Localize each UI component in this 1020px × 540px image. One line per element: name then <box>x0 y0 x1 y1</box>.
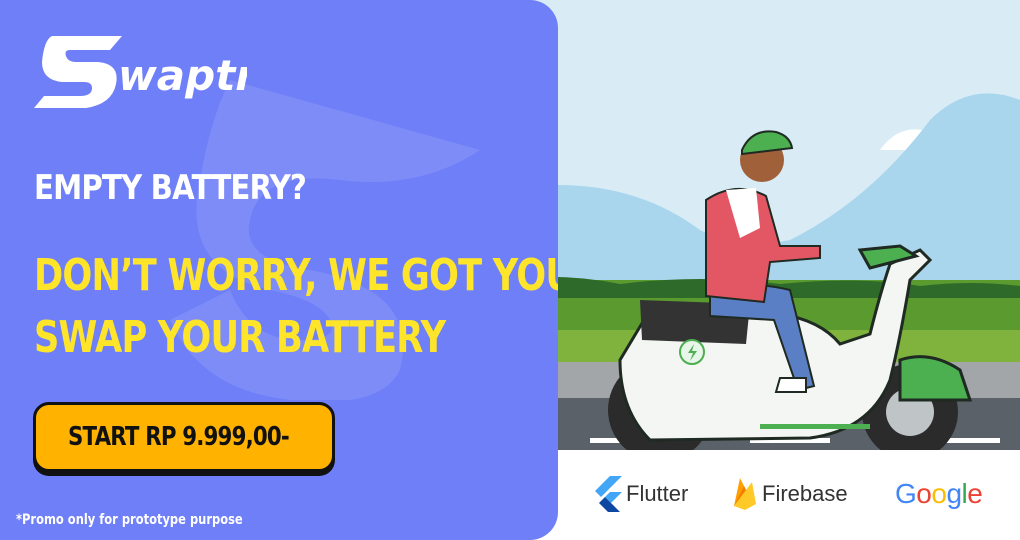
google-letter-g: G <box>895 478 917 509</box>
start-price-label: START RP 9.999,00- <box>68 422 290 452</box>
google-logo: G o o g l e <box>895 470 983 518</box>
svg-text:waptry: waptry <box>118 51 247 100</box>
google-letter-e: e <box>967 478 983 509</box>
swaptry-logo-icon: waptry <box>34 36 247 108</box>
promo-panel: waptry EMPTY BATTERY? DON’T WORRY, WE GO… <box>0 0 558 540</box>
flutter-logo-icon <box>595 476 622 512</box>
google-letter-o2: o <box>931 478 947 509</box>
google-letter-g2: g <box>946 478 962 509</box>
start-price-button[interactable]: START RP 9.999,00- <box>33 402 335 472</box>
firebase-logo-icon <box>734 478 756 510</box>
headline: EMPTY BATTERY? <box>34 168 307 208</box>
firebase-label: Firebase <box>762 481 848 506</box>
hero-illustration <box>500 0 1020 450</box>
tagline-primary: DON’T WORRY, WE GOT YOU! <box>34 250 558 301</box>
google-letter-o1: o <box>916 478 932 509</box>
flutter-label: Flutter <box>626 481 689 506</box>
promo-footnote: *Promo only for prototype purpose <box>16 512 243 528</box>
flutter-logo: Flutter <box>592 470 688 518</box>
tagline-secondary: SWAP YOUR BATTERY <box>34 312 446 363</box>
firebase-logo: Firebase <box>732 470 848 518</box>
